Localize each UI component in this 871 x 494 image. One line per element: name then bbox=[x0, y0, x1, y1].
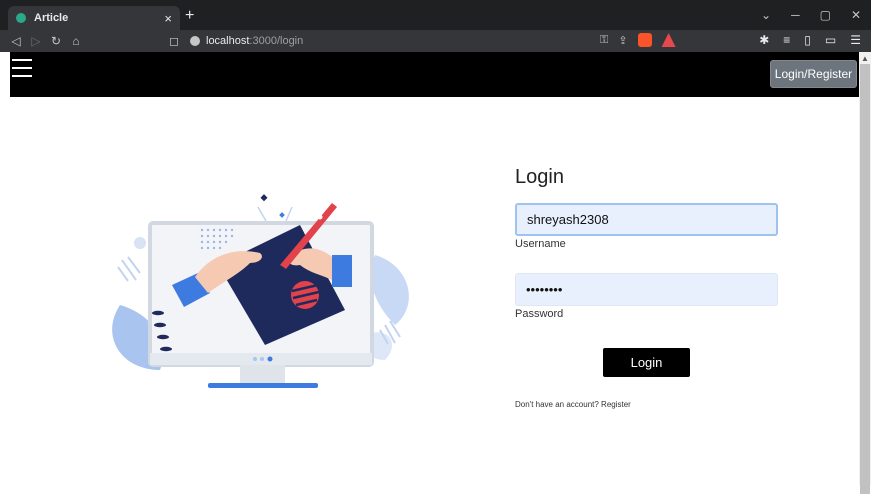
login-submit-button[interactable]: Login bbox=[603, 348, 690, 377]
back-icon[interactable]: ◁ bbox=[6, 34, 26, 48]
bookmark-icon[interactable]: ◻ bbox=[164, 34, 184, 48]
url-host: localhost bbox=[206, 35, 250, 47]
brave-rewards-icon[interactable] bbox=[661, 33, 676, 47]
register-prompt-text: Don't have an account? bbox=[515, 400, 599, 409]
login-title: Login bbox=[515, 166, 564, 188]
restore-icon[interactable]: ▢ bbox=[820, 8, 831, 22]
tab-search-icon[interactable]: ⌄ bbox=[761, 8, 771, 22]
browser-tab-bar: Article × + ⌄ ─ ▢ ✕ bbox=[0, 0, 871, 30]
forward-icon[interactable]: ▷ bbox=[26, 34, 46, 48]
home-icon[interactable]: ⌂ bbox=[66, 34, 86, 48]
password-input[interactable] bbox=[515, 273, 778, 306]
tab-title: Article bbox=[34, 12, 69, 24]
site-info-icon[interactable] bbox=[190, 36, 200, 46]
reload-icon[interactable]: ↻ bbox=[46, 34, 66, 48]
close-window-icon[interactable]: ✕ bbox=[851, 8, 861, 22]
minimize-icon[interactable]: ─ bbox=[791, 8, 800, 22]
app-navbar: Login/Register bbox=[10, 52, 859, 97]
register-prompt-line: Don't have an account? Register bbox=[515, 400, 631, 409]
scrollbar-thumb[interactable] bbox=[860, 64, 870, 494]
extensions-icon[interactable]: ✱ bbox=[759, 33, 769, 47]
password-label: Password bbox=[515, 308, 564, 320]
extension-icons: ✱ ≡ ▯ ▭ ☰ bbox=[759, 33, 861, 47]
register-link[interactable]: Register bbox=[601, 400, 631, 409]
sidebar-icon[interactable]: ▯ bbox=[804, 33, 811, 47]
tab-favicon-icon bbox=[16, 13, 26, 23]
hamburger-menu-icon[interactable] bbox=[12, 59, 32, 77]
key-icon[interactable]: ⚿ bbox=[600, 34, 608, 47]
login-register-button[interactable]: Login/Register bbox=[770, 60, 857, 88]
username-label: Username bbox=[515, 238, 566, 250]
browser-tab[interactable]: Article × bbox=[8, 6, 180, 30]
tab-close-icon[interactable]: × bbox=[164, 11, 172, 26]
username-input[interactable] bbox=[515, 203, 778, 236]
scroll-up-arrow-icon[interactable]: ▲ bbox=[861, 54, 869, 63]
wallet-icon[interactable]: ▭ bbox=[825, 33, 836, 47]
new-tab-button[interactable]: + bbox=[185, 7, 194, 25]
browser-toolbar: ◁ ▷ ↻ ⌂ ◻ localhost :3000/login ⚿ ⇪ ✱ ≡ … bbox=[0, 30, 871, 52]
share-icon[interactable]: ⇪ bbox=[618, 34, 627, 47]
omnibox-actions: ⚿ ⇪ bbox=[600, 33, 676, 47]
reading-list-icon[interactable]: ≡ bbox=[783, 33, 790, 47]
url-path: :3000/login bbox=[249, 35, 304, 47]
window-controls: ⌄ ─ ▢ ✕ bbox=[761, 8, 861, 22]
page-scrollbar[interactable]: ▲ bbox=[859, 52, 871, 494]
menu-icon[interactable]: ☰ bbox=[850, 33, 861, 47]
login-illustration bbox=[112, 194, 409, 388]
brave-shields-icon[interactable] bbox=[637, 33, 652, 47]
